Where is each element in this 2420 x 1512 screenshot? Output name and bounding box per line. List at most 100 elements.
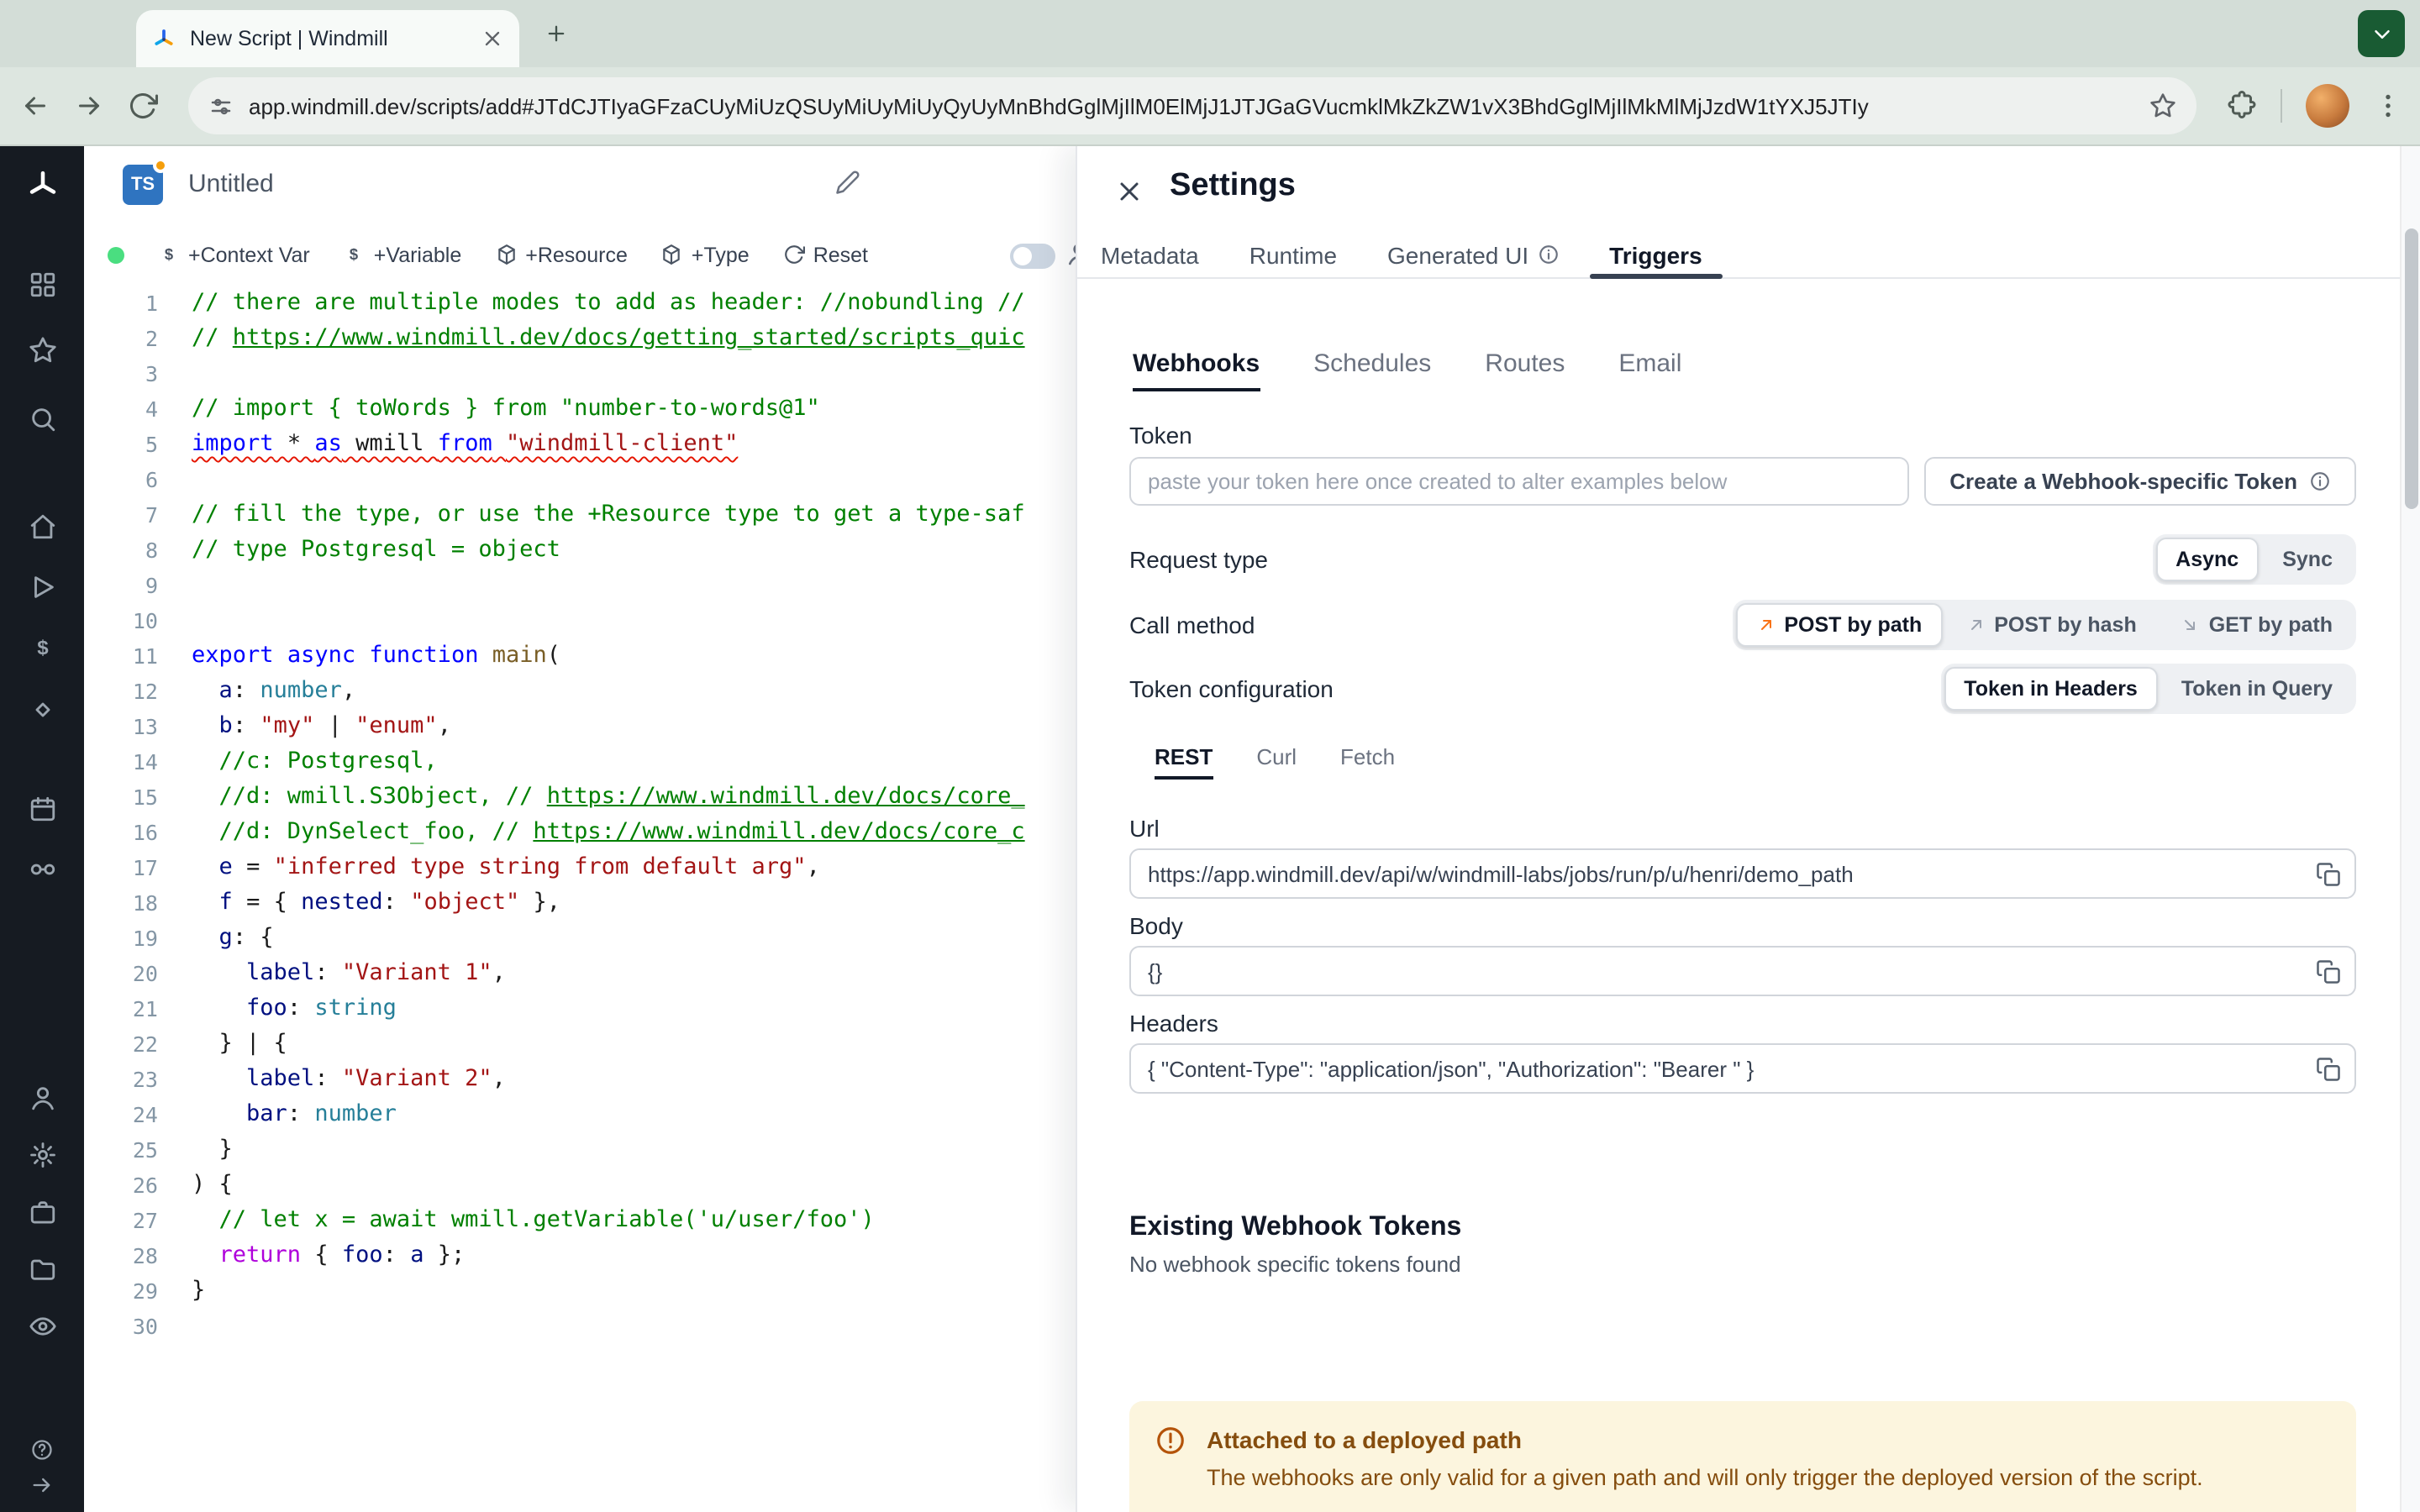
chevron-down-icon (2369, 21, 2394, 46)
toggle-knob (1013, 247, 1032, 265)
tab-triggers[interactable]: Triggers (1589, 232, 1723, 279)
app: $ TS Untitled $ +Context Var $ +Variable +Re… (0, 146, 2420, 1512)
tab-close-icon[interactable] (481, 27, 504, 50)
warning-icon (1155, 1425, 1186, 1457)
arrow-up-right-icon (1755, 615, 1776, 635)
tab-runtime[interactable]: Runtime (1249, 232, 1337, 277)
toolbar-item-label: Reset (813, 243, 868, 266)
snippet-tab-fetch[interactable]: Fetch (1340, 734, 1395, 778)
scrollbar-thumb[interactable] (2405, 228, 2418, 509)
sidebar-search-button[interactable] (20, 396, 64, 440)
url-field[interactable]: https://app.windmill.dev/api/w/windmill-… (1129, 848, 2356, 899)
option-post-by-path[interactable]: POST by path (1735, 603, 1943, 647)
snippet-tab-rest[interactable]: REST (1155, 734, 1213, 780)
tab-title: New Script | Windmill (190, 27, 388, 50)
sidebar-star-button[interactable] (20, 328, 64, 371)
script-title: Untitled (188, 170, 274, 198)
trigger-tab-email[interactable]: Email (1618, 334, 1681, 391)
sidebar-link-button[interactable] (20, 847, 64, 890)
code-line: label: "Variant 2", (246, 1065, 506, 1092)
snippet-tab-curl[interactable]: Curl (1256, 734, 1297, 778)
sidebar-flow-button[interactable] (20, 687, 64, 731)
profile-avatar[interactable] (2306, 84, 2349, 128)
line-number: 6 (145, 467, 158, 492)
option-label: Sync (2282, 548, 2333, 571)
sidebar-eye-button[interactable] (20, 1304, 64, 1347)
site-settings-icon[interactable] (208, 93, 234, 118)
sidebar-gear-button[interactable] (20, 1132, 64, 1176)
option-token-in-headers[interactable]: Token in Headers (1944, 667, 2158, 711)
sidebar-apps-button[interactable] (20, 262, 64, 306)
toolbar-variable-button[interactable]: $ +Variable (344, 243, 462, 266)
tab-generated-ui[interactable]: Generated UI (1387, 232, 1559, 277)
option-post-by-hash[interactable]: POST by hash (1945, 603, 2157, 647)
sidebar-user-button[interactable] (20, 1075, 64, 1119)
forward-button[interactable] (74, 91, 104, 121)
copy-icon (2316, 959, 2341, 984)
headers-field[interactable]: { "Content-Type": "application/json", "A… (1129, 1043, 2356, 1094)
option-label: POST by hash (1994, 613, 2137, 637)
code-area[interactable]: 1 2 3 4 5 6 7 8 9 10 11 12 13 14 15 16 17 18 19 20 21 22 23 24 2… (84, 286, 1076, 1512)
option-label: GET by path (2208, 613, 2333, 637)
line-number: 18 (132, 890, 158, 916)
toolbar-reset-button[interactable]: Reset (783, 243, 868, 266)
sidebar-arrow-right-button[interactable] (20, 1463, 64, 1507)
sidebar-folder-button[interactable] (20, 1247, 64, 1290)
toolbar-context-var-button[interactable]: $ +Context Var (158, 243, 310, 266)
copy-body-button[interactable] (2307, 951, 2349, 993)
assistant-toggle[interactable] (1010, 244, 1055, 269)
option-sync[interactable]: Sync (2262, 538, 2353, 581)
trigger-tab-schedules[interactable]: Schedules (1313, 334, 1431, 391)
copy-headers-button[interactable] (2307, 1048, 2349, 1090)
tab-metadata[interactable]: Metadata (1101, 232, 1199, 277)
option-get-by-path[interactable]: GET by path (2160, 603, 2353, 647)
option-token-in-query[interactable]: Token in Query (2161, 667, 2353, 711)
toolbar-resource-button[interactable]: +Resource (495, 243, 628, 266)
toolbar-type-button[interactable]: +Type (661, 243, 750, 266)
sidebar-dollar-button[interactable]: $ (20, 625, 64, 669)
trigger-tab-webhooks[interactable]: Webhooks (1133, 334, 1260, 391)
browser-corner-button[interactable] (2358, 10, 2405, 57)
tab-label: Metadata (1101, 241, 1199, 268)
request-type-group: Async Sync (2152, 534, 2356, 585)
browser-tab[interactable]: New Script | Windmill (136, 10, 519, 67)
trigger-tab-routes[interactable]: Routes (1485, 334, 1565, 391)
eye-icon (28, 1311, 56, 1340)
windmill-logo[interactable] (20, 163, 64, 207)
script-editor[interactable]: TS Untitled $ +Context Var $ +Variable +Reso… (84, 146, 1076, 1512)
sidebar-briefcase-button[interactable] (20, 1189, 64, 1233)
snippet-tabs: REST Curl Fetch (1155, 734, 1395, 780)
new-tab-button[interactable] (538, 15, 575, 52)
sidebar-home-button[interactable] (20, 504, 64, 548)
copy-url-button[interactable] (2307, 853, 2349, 895)
edit-title-icon[interactable] (835, 170, 860, 195)
line-number: 26 (132, 1173, 158, 1198)
body-field[interactable]: {} (1129, 946, 2356, 996)
request-type-label: Request type (1129, 546, 1268, 573)
home-icon (28, 512, 56, 540)
token-input[interactable] (1129, 457, 1910, 506)
package-icon (661, 244, 683, 265)
tab-label: Runtime (1249, 241, 1338, 268)
reload-button[interactable] (128, 91, 158, 121)
line-number: 8 (145, 538, 158, 563)
bookmark-star-icon[interactable] (2149, 92, 2176, 119)
address-bar[interactable]: app.windmill.dev/scripts/add#JTdCJTIyaGF… (188, 77, 2196, 134)
dollar-icon: $ (28, 633, 56, 661)
line-number: 10 (132, 608, 158, 633)
back-button[interactable] (20, 91, 50, 121)
menu-kebab-icon[interactable] (2373, 91, 2403, 121)
windmill-favicon (151, 26, 176, 51)
sidebar-calendar-button[interactable] (20, 786, 64, 830)
extensions-icon[interactable] (2227, 91, 2257, 121)
sidebar-play-button[interactable] (20, 564, 64, 608)
close-settings-button[interactable] (1109, 171, 1150, 212)
line-number: 27 (132, 1208, 158, 1233)
option-async[interactable]: Async (2155, 538, 2260, 581)
browser-toolbar: app.windmill.dev/scripts/add#JTdCJTIyaGF… (0, 67, 2420, 146)
copy-icon (2316, 1057, 2341, 1082)
create-webhook-token-button[interactable]: Create a Webhook-specific Token (1924, 457, 2356, 506)
line-number: 29 (132, 1278, 158, 1304)
